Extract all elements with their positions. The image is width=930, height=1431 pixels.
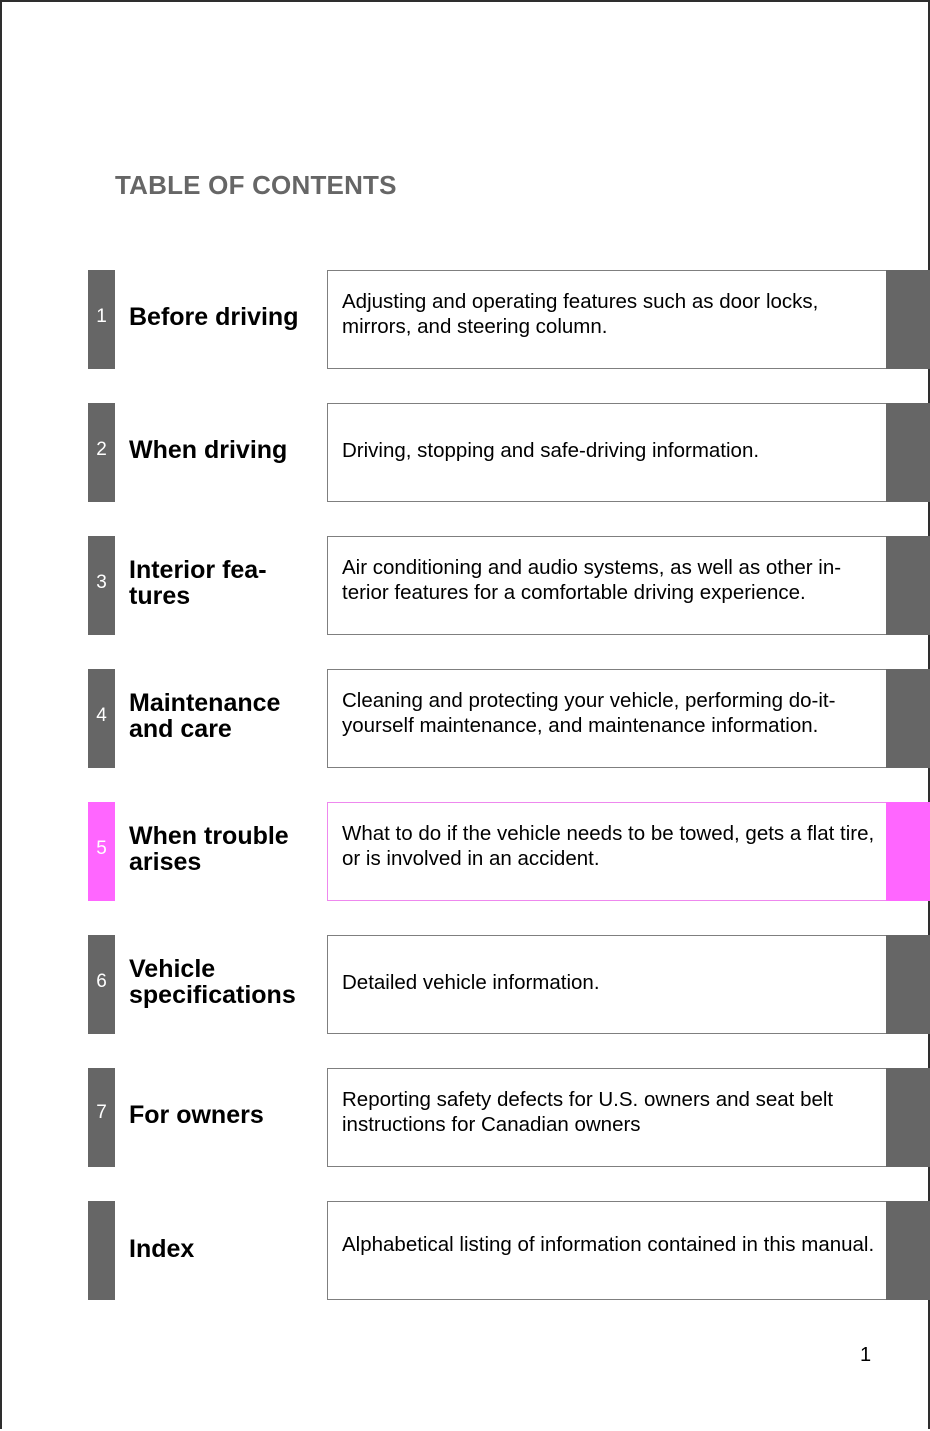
section-description: Cleaning and protecting your vehicle, pe…: [342, 689, 836, 737]
section-description-box[interactable]: Cleaning and protecting your vehicle, pe…: [327, 669, 886, 768]
section-description-box[interactable]: Reporting safety defects for U.S. owners…: [327, 1068, 886, 1167]
section-number-tab[interactable]: 3: [88, 536, 115, 635]
manual-page: TABLE OF CONTENTS 1 Before driving Adjus…: [0, 0, 930, 1429]
section-description: Air conditioning and audio systems, as w…: [342, 556, 842, 604]
thumb-index-tab[interactable]: [886, 669, 930, 768]
section-number: 2: [96, 438, 107, 460]
section-title: Index: [129, 1234, 195, 1263]
thumb-index-tab[interactable]: [886, 1068, 930, 1167]
thumb-index-tab[interactable]: [886, 270, 930, 369]
thumb-index-tab[interactable]: [886, 935, 930, 1034]
toc-row-maintenance-and-care[interactable]: 4 Maintenance and care Cleaning and prot…: [2, 669, 930, 768]
toc-row-interior-features[interactable]: 3 Interior fea- tures Air conditioning a…: [2, 536, 930, 635]
section-number-tab[interactable]: 7: [88, 1068, 115, 1167]
section-title: Vehicle specifications: [129, 954, 296, 1009]
thumb-index-tab[interactable]: [886, 1201, 930, 1300]
section-description-box[interactable]: Adjusting and operating features such as…: [327, 270, 886, 369]
section-description: Alphabetical listing of information cont…: [342, 1233, 875, 1257]
toc-row-when-driving[interactable]: 2 When driving Driving, stopping and saf…: [2, 403, 930, 502]
toc-row-vehicle-specifications[interactable]: 6 Vehicle specifications Detailed vehicl…: [2, 935, 930, 1034]
section-description: Detailed vehicle information.: [342, 971, 600, 995]
section-number: 3: [96, 571, 107, 593]
thumb-index-tab[interactable]: [886, 536, 930, 635]
section-number-tab[interactable]: 5: [88, 802, 115, 901]
section-title-link[interactable]: When trouble arises: [129, 802, 319, 901]
section-title-link[interactable]: Maintenance and care: [129, 669, 319, 768]
thumb-index-tab[interactable]: [886, 802, 930, 901]
section-description-box[interactable]: Alphabetical listing of information cont…: [327, 1201, 886, 1300]
toc-row-index[interactable]: Index Alphabetical listing of informatio…: [2, 1201, 930, 1300]
section-number: 5: [96, 837, 107, 859]
section-number: 7: [96, 1101, 107, 1123]
section-description-box[interactable]: Driving, stopping and safe-driving infor…: [327, 403, 886, 502]
section-title-link[interactable]: Index: [129, 1201, 319, 1300]
section-title: Maintenance and care: [129, 688, 281, 743]
section-number-tab[interactable]: 1: [88, 270, 115, 369]
section-description: What to do if the vehicle needs to be to…: [342, 822, 875, 870]
section-number: 1: [96, 305, 107, 327]
section-number: 6: [96, 970, 107, 992]
section-description: Adjusting and operating features such as…: [342, 290, 819, 338]
section-title: Before driving: [129, 302, 299, 331]
page-number: 1: [860, 1344, 872, 1366]
section-number-tab[interactable]: [88, 1201, 115, 1300]
thumb-index-tab[interactable]: [886, 403, 930, 502]
section-description: Reporting safety defects for U.S. owners…: [342, 1088, 834, 1136]
section-title: When trouble arises: [129, 821, 289, 876]
toc-row-for-owners[interactable]: 7 For owners Reporting safety defects fo…: [2, 1068, 930, 1167]
toc-list: 1 Before driving Adjusting and operating…: [2, 2, 930, 1431]
section-description: Driving, stopping and safe-driving infor…: [342, 439, 760, 463]
toc-row-when-trouble-arises[interactable]: 5 When trouble arises What to do if the …: [2, 802, 930, 901]
section-number-tab[interactable]: 2: [88, 403, 115, 502]
section-description-box[interactable]: Air conditioning and audio systems, as w…: [327, 536, 886, 635]
section-title-link[interactable]: For owners: [129, 1068, 319, 1167]
section-number-tab[interactable]: 6: [88, 935, 115, 1034]
section-title: For owners: [129, 1100, 264, 1129]
section-title: When driving: [129, 435, 288, 464]
section-title-link[interactable]: When driving: [129, 403, 319, 502]
section-number-tab[interactable]: 4: [88, 669, 115, 768]
section-description-box[interactable]: What to do if the vehicle needs to be to…: [327, 802, 886, 901]
toc-row-before-driving[interactable]: 1 Before driving Adjusting and operating…: [2, 270, 930, 369]
section-description-box[interactable]: Detailed vehicle information.: [327, 935, 886, 1034]
section-title-link[interactable]: Before driving: [129, 270, 319, 369]
section-number: 4: [96, 704, 107, 726]
section-title-link[interactable]: Interior fea- tures: [129, 536, 319, 635]
section-title-link[interactable]: Vehicle specifications: [129, 935, 319, 1034]
section-title: Interior fea- tures: [129, 555, 267, 610]
